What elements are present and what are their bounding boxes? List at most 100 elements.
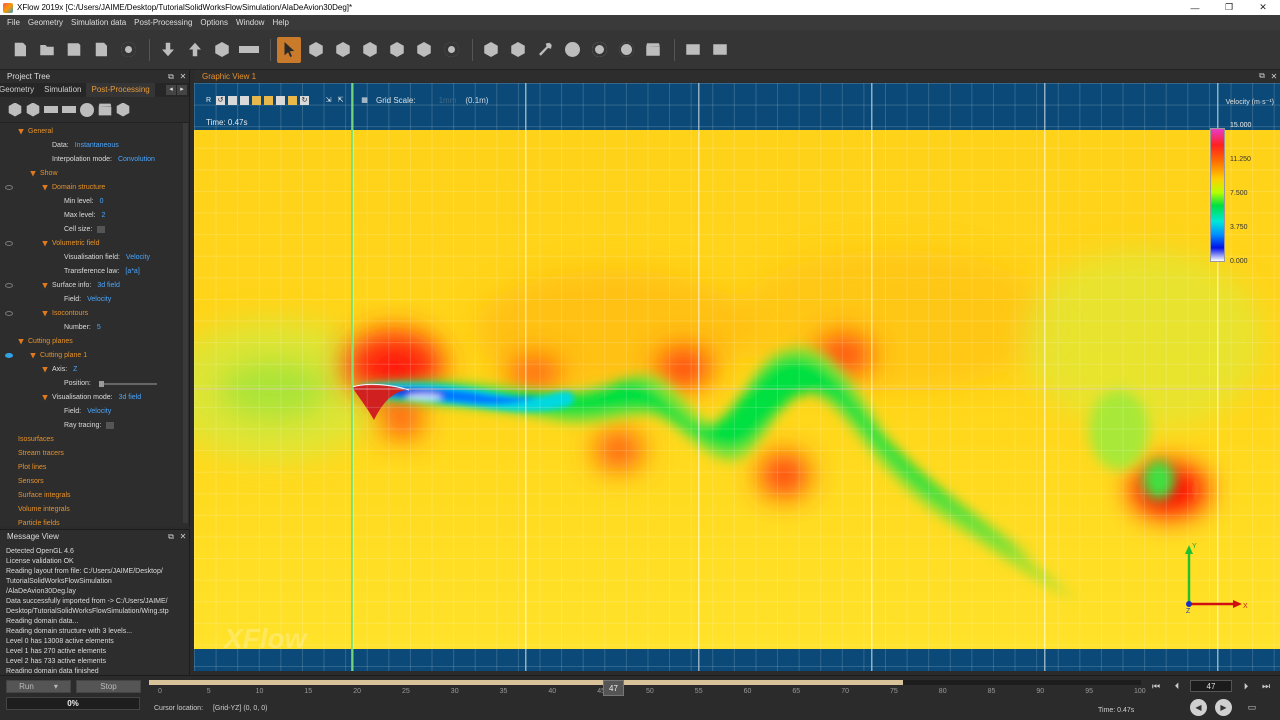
expand-arrow-icon[interactable]	[18, 338, 24, 345]
view-left-icon[interactable]	[276, 95, 285, 105]
animation-button[interactable]	[641, 37, 665, 63]
tree-item[interactable]: Interpolation mode: Convolution	[42, 153, 155, 166]
tree-item[interactable]: Ray tracing:	[54, 419, 115, 432]
reset-view-icon[interactable]: R	[204, 96, 213, 105]
new-document-button[interactable]	[8, 37, 32, 63]
loop-icon[interactable]: ▭	[1246, 702, 1258, 712]
tree-item-value[interactable]: 0	[100, 198, 104, 205]
frame-input[interactable]: 47	[1190, 680, 1232, 692]
expand-arrow-icon[interactable]	[42, 394, 48, 401]
tab-geometry[interactable]: Geometry	[0, 83, 39, 97]
select-cursor-button[interactable]	[277, 36, 301, 63]
tree-item[interactable]: Surface integrals	[18, 489, 71, 502]
grid-toggle-icon[interactable]: ▦	[360, 96, 369, 105]
visibility-eye-icon[interactable]	[5, 311, 13, 316]
domain-icon[interactable]	[8, 102, 22, 117]
menu-window[interactable]: Window	[232, 18, 268, 27]
import-button[interactable]	[156, 37, 180, 63]
export-button[interactable]	[183, 37, 207, 63]
tree-item[interactable]: Volumetric field	[42, 237, 99, 250]
select-face-button[interactable]	[331, 37, 355, 63]
maximize-button[interactable]: ❐	[1212, 0, 1246, 15]
menu-options[interactable]: Options	[196, 18, 232, 27]
tab-scroll-right-icon[interactable]: ▸	[177, 85, 187, 95]
fit-icon[interactable]: ⇲	[324, 96, 333, 105]
expand-arrow-icon[interactable]	[42, 282, 48, 289]
target-center-button[interactable]	[614, 37, 638, 63]
select-part-button[interactable]	[412, 37, 436, 63]
tree-item-checkbox[interactable]	[106, 422, 115, 429]
tools-button[interactable]	[533, 37, 557, 63]
expand-icon[interactable]: ⇱	[336, 96, 345, 105]
select-object-button[interactable]	[304, 37, 328, 63]
last-frame-icon[interactable]: ⏭	[1260, 681, 1272, 691]
minimize-button[interactable]: —	[1178, 0, 1212, 15]
tree-item[interactable]: Axis: Z	[42, 363, 77, 376]
expand-arrow-icon[interactable]	[18, 128, 24, 135]
isosurface-icon[interactable]	[62, 106, 76, 113]
measure-button[interactable]	[237, 37, 261, 63]
tree-item[interactable]: Cutting plane 1	[30, 349, 87, 362]
sensor-icon[interactable]	[80, 102, 94, 117]
tree-item[interactable]: Particle fields	[18, 517, 60, 527]
expand-arrow-icon[interactable]	[42, 240, 48, 247]
menu-post-processing[interactable]: Post-Processing	[130, 18, 196, 27]
rotate-icon[interactable]: ↺	[216, 95, 225, 105]
save-button[interactable]	[62, 37, 86, 63]
close-panel-icon[interactable]: ✕	[177, 532, 189, 541]
transform-copy-button[interactable]	[506, 37, 530, 63]
target-button[interactable]	[587, 37, 611, 63]
tab-scroll-left-icon[interactable]: ◂	[166, 85, 176, 95]
view-right-icon[interactable]	[288, 95, 297, 105]
tree-item[interactable]: Field: Velocity	[54, 405, 111, 418]
open-button[interactable]	[35, 37, 59, 63]
menu-geometry[interactable]: Geometry	[24, 18, 67, 27]
tree-item[interactable]: Transference law: [a*a]	[54, 265, 140, 278]
surface-icon[interactable]	[44, 106, 58, 113]
run-button[interactable]: Run ▾	[6, 680, 71, 693]
tree-item[interactable]: Volume integrals	[18, 503, 70, 516]
slider-handle[interactable]	[98, 380, 104, 387]
tree-item[interactable]: Isocontours	[42, 307, 88, 320]
select-edge-button[interactable]	[358, 37, 382, 63]
rotate-back-icon[interactable]: ↻	[300, 95, 309, 105]
menu-file[interactable]: File	[3, 18, 24, 27]
expand-arrow-icon[interactable]	[30, 170, 36, 177]
visibility-eye-icon[interactable]	[5, 353, 13, 358]
transform-button[interactable]	[479, 37, 503, 63]
tree-scrollbar[interactable]	[183, 123, 188, 523]
tree-item[interactable]: Show	[30, 167, 58, 180]
expand-arrow-icon[interactable]	[42, 310, 48, 317]
current-frame-marker[interactable]: 47	[603, 680, 624, 696]
expand-arrow-icon[interactable]	[42, 184, 48, 191]
tree-item[interactable]: Max level: 2	[54, 209, 105, 222]
stop-button[interactable]: Stop	[76, 680, 141, 693]
play-backward-icon[interactable]: ◀	[1190, 699, 1207, 716]
tab-simulation[interactable]: Simulation	[39, 83, 86, 97]
geometry-button[interactable]	[210, 37, 234, 63]
tree-item[interactable]: Visualisation mode: 3d field	[42, 391, 141, 404]
tree-item[interactable]: Surface info: 3d field	[42, 279, 120, 292]
window-layout-button[interactable]	[708, 37, 732, 63]
tree-item[interactable]: Min level: 0	[54, 195, 103, 208]
view-front-icon[interactable]	[228, 95, 237, 105]
tree-item[interactable]: Sensors	[18, 475, 44, 488]
float-panel-icon[interactable]: ⧉	[165, 532, 177, 542]
play-forward-icon[interactable]: ▶	[1215, 699, 1232, 716]
screenshot-button[interactable]	[681, 37, 705, 63]
tree-item-value[interactable]: Instantaneous	[75, 142, 119, 149]
close-view-icon[interactable]: ✕	[1268, 72, 1280, 81]
tree-item-value[interactable]: [a*a]	[125, 268, 139, 275]
save-as-button[interactable]	[89, 37, 113, 63]
tree-item-value[interactable]: 5	[97, 324, 101, 331]
graphic-view-title[interactable]: Graphic View 1	[202, 72, 1256, 81]
first-frame-icon[interactable]: ⏮	[1150, 681, 1162, 691]
tree-item[interactable]: Cell size:	[54, 223, 106, 236]
close-button[interactable]: ✕	[1246, 0, 1280, 15]
visibility-eye-icon[interactable]	[5, 241, 13, 246]
tree-item[interactable]: Stream tracers	[18, 447, 64, 460]
menu-help[interactable]: Help	[268, 18, 292, 27]
tree-item[interactable]: Number: 5	[54, 321, 101, 334]
tree-item[interactable]: Plot lines	[18, 461, 46, 474]
position-slider[interactable]	[98, 380, 157, 387]
